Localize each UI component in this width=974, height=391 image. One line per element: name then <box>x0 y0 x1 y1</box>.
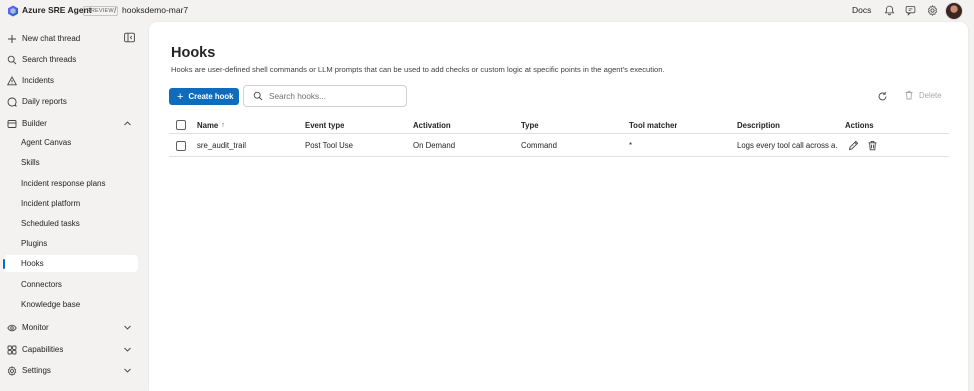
column-header-description[interactable]: Description <box>737 117 780 133</box>
column-header-activation[interactable]: Activation <box>413 117 451 133</box>
sidebar-group-monitor[interactable]: Monitor <box>4 319 138 336</box>
monitor-eye-icon <box>7 323 17 333</box>
builder-icon <box>7 119 17 129</box>
create-hook-label: Create hook <box>188 92 234 101</box>
plus-icon <box>7 34 17 44</box>
breadcrumb-agent-name[interactable]: hooksdemo-mar7 <box>122 5 188 15</box>
chat-report-icon <box>7 97 17 107</box>
page-description: Hooks are user-defined shell commands or… <box>171 65 665 74</box>
sidebar-item-agent-canvas[interactable]: Agent Canvas <box>4 134 138 151</box>
sidebar-item-label: Knowledge base <box>21 300 81 309</box>
row-checkbox[interactable] <box>176 141 186 151</box>
sidebar-item-incidents[interactable]: Incidents <box>4 72 138 89</box>
sidebar-item-daily-reports[interactable]: Daily reports <box>4 93 138 110</box>
trash-icon[interactable] <box>867 140 878 151</box>
settings-gear-icon[interactable] <box>926 4 939 17</box>
feedback-icon[interactable] <box>904 4 917 17</box>
edit-pencil-icon[interactable] <box>848 140 859 151</box>
sidebar-item-label: Plugins <box>21 239 48 248</box>
cell-activation: On Demand <box>413 140 456 150</box>
sidebar-group-label: Builder <box>22 119 47 128</box>
chevron-up-icon <box>124 121 131 126</box>
sidebar-item-connectors[interactable]: Connectors <box>4 276 138 293</box>
sidebar-item-plugins[interactable]: Plugins <box>4 235 138 252</box>
cell-tool-matcher: * <box>629 140 633 150</box>
page-title: Hooks <box>171 45 216 61</box>
sort-ascending-icon: ↑ <box>221 121 225 129</box>
settings-gear-icon <box>7 365 17 376</box>
column-header-name[interactable]: Name ↑ <box>197 117 225 133</box>
sidebar-item-skills[interactable]: Skills <box>4 154 138 171</box>
sidebar-item-label: Hooks <box>21 259 44 268</box>
search-hooks-box[interactable] <box>243 85 407 107</box>
user-avatar[interactable] <box>945 2 963 20</box>
sidebar-group-capabilities[interactable]: Capabilities <box>4 341 138 358</box>
sidebar-group-label: Monitor <box>22 323 49 332</box>
sidebar-item-label: Incident platform <box>21 199 81 208</box>
sidebar-group-label: Capabilities <box>22 345 64 354</box>
chevron-down-icon <box>124 325 131 330</box>
new-chat-label: New chat thread <box>22 34 81 43</box>
preview-badge: PREVIEW <box>83 6 118 16</box>
sidebar-group-builder[interactable]: Builder <box>4 115 138 132</box>
table-header-row: Name ↑ Event type Activation Type Tool m… <box>169 117 949 134</box>
sidebar-item-incident-platform[interactable]: Incident platform <box>4 195 138 212</box>
plus-icon: + <box>177 90 184 103</box>
search-hooks-input[interactable] <box>269 91 399 101</box>
search-icon <box>253 91 263 101</box>
sidebar-item-label: Skills <box>21 158 40 167</box>
active-item-indicator <box>3 259 5 269</box>
chevron-down-icon <box>124 347 131 352</box>
select-all-checkbox[interactable] <box>176 120 186 130</box>
breadcrumb-separator: / <box>114 5 117 15</box>
cell-description: Logs every tool call across a... <box>737 140 837 150</box>
column-header-label: Name <box>197 120 219 130</box>
sidebar-item-label: Search threads <box>22 55 77 64</box>
sidebar-item-label: Daily reports <box>22 97 67 106</box>
sidebar-item-hooks[interactable]: Hooks <box>4 255 138 272</box>
hooks-table: Name ↑ Event type Activation Type Tool m… <box>169 117 949 157</box>
top-bar: Azure SRE Agent PREVIEW / hooksdemo-mar7… <box>0 0 974 22</box>
sidebar-item-label: Agent Canvas <box>21 138 72 147</box>
new-chat-thread-button[interactable]: New chat thread <box>4 30 138 47</box>
sidebar-item-search-threads[interactable]: Search threads <box>4 51 138 68</box>
table-row[interactable]: sre_audit_trail Post Tool Use On Demand … <box>169 134 949 157</box>
column-header-tool-matcher[interactable]: Tool matcher <box>629 117 677 133</box>
delete-label: Delete <box>919 90 942 100</box>
sidebar-item-label: Incident response plans <box>21 179 106 188</box>
capabilities-icon <box>7 345 17 355</box>
sidebar-item-label: Connectors <box>21 280 62 289</box>
sidebar-item-incident-response-plans[interactable]: Incident response plans <box>4 175 138 192</box>
sidebar: New chat thread Search threads Incidents… <box>0 22 148 391</box>
warning-icon <box>7 75 17 86</box>
sidebar-item-scheduled-tasks[interactable]: Scheduled tasks <box>4 215 138 232</box>
sidebar-group-label: Settings <box>22 366 51 375</box>
main-panel: Hooks Hooks are user-defined shell comma… <box>149 22 968 391</box>
docs-link[interactable]: Docs <box>852 5 871 15</box>
search-icon <box>7 55 17 65</box>
column-header-actions: Actions <box>845 120 874 130</box>
app-name[interactable]: Azure SRE Agent <box>22 5 92 15</box>
sidebar-item-label: Scheduled tasks <box>21 219 80 228</box>
cell-event-type: Post Tool Use <box>305 140 353 150</box>
azure-sre-logo-icon <box>8 5 18 17</box>
create-hook-button[interactable]: + Create hook <box>169 88 239 105</box>
sidebar-item-knowledge-base[interactable]: Knowledge base <box>4 296 138 313</box>
column-header-type[interactable]: Type <box>521 117 539 133</box>
cell-type: Command <box>521 140 557 150</box>
delete-button[interactable]: Delete <box>904 90 942 100</box>
collapse-sidebar-icon[interactable] <box>124 32 135 43</box>
cell-name[interactable]: sre_audit_trail <box>197 134 246 156</box>
refresh-icon[interactable] <box>877 91 888 102</box>
sidebar-group-settings[interactable]: Settings <box>4 362 138 379</box>
sidebar-item-label: Incidents <box>22 76 55 85</box>
column-header-event-type[interactable]: Event type <box>305 117 344 133</box>
trash-icon <box>905 90 913 100</box>
chevron-down-icon <box>124 368 131 373</box>
notifications-bell-icon[interactable] <box>883 4 896 17</box>
